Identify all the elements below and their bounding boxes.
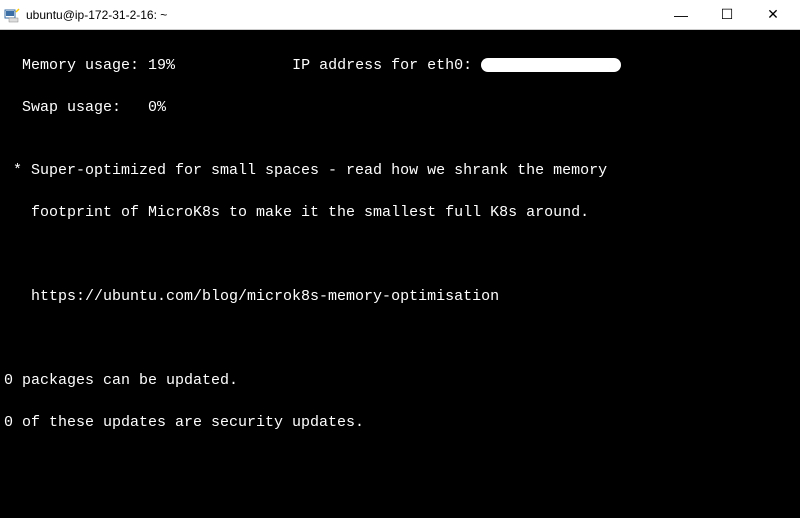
- swap-usage-line: Swap usage: 0%: [4, 97, 796, 118]
- close-button[interactable]: ✕: [750, 0, 796, 30]
- window-controls: — ☐ ✕: [658, 0, 796, 30]
- mem-usage-line: Memory usage: 19% IP address for eth0:: [4, 55, 796, 76]
- mem-usage-label: Memory usage:: [4, 57, 148, 74]
- blank-line: [4, 328, 796, 349]
- packages-line-1: 0 packages can be updated.: [4, 370, 796, 391]
- optim-line-2: footprint of MicroK8s to make it the sma…: [4, 202, 796, 223]
- ip-label: IP address for eth0:: [175, 57, 481, 74]
- mem-usage-value: 19%: [148, 57, 175, 74]
- blank-line: [4, 454, 796, 475]
- optim-line-1: * Super-optimized for small spaces - rea…: [4, 160, 796, 181]
- terminal-output[interactable]: Memory usage: 19% IP address for eth0: S…: [0, 30, 800, 518]
- packages-line-2: 0 of these updates are security updates.: [4, 412, 796, 433]
- maximize-button[interactable]: ☐: [704, 0, 750, 30]
- swap-value: 0%: [148, 99, 166, 116]
- ip-redacted: [481, 58, 621, 72]
- window-title: ubuntu@ip-172-31-2-16: ~: [26, 8, 658, 22]
- optim-url: https://ubuntu.com/blog/microk8s-memory-…: [4, 286, 796, 307]
- putty-icon: [4, 7, 20, 23]
- blank-line: [4, 496, 796, 517]
- blank-line: [4, 244, 796, 265]
- minimize-button[interactable]: —: [658, 0, 704, 30]
- swap-label: Swap usage:: [4, 99, 148, 116]
- window-titlebar: ubuntu@ip-172-31-2-16: ~ — ☐ ✕: [0, 0, 800, 30]
